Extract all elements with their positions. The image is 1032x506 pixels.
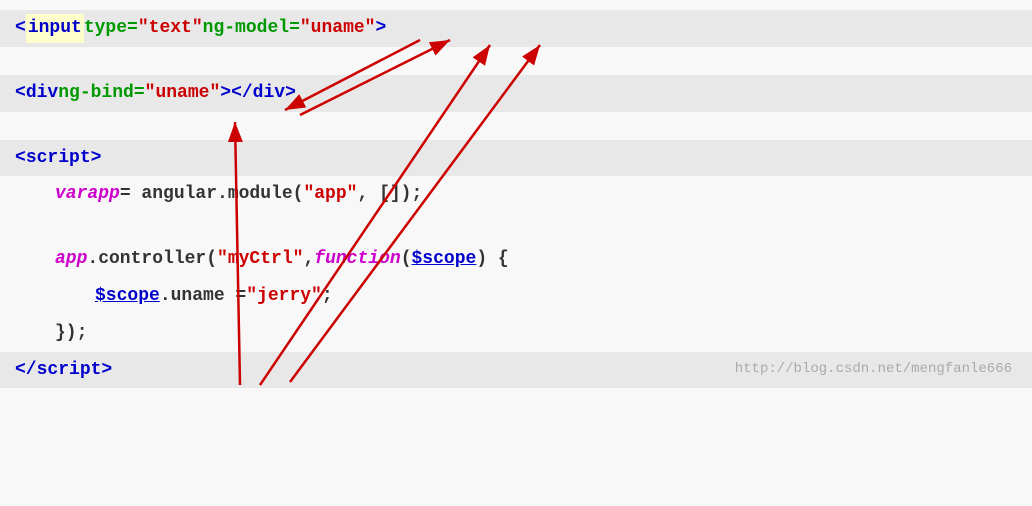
code-line-2: <div ng-bind="uname"></div>: [0, 75, 1032, 112]
attr-ngmodel: ng-model=: [203, 14, 300, 43]
brace: ) {: [476, 245, 508, 274]
tag-script: script: [26, 144, 91, 173]
code-line-1: <input type="text" ng-model="uname">: [0, 10, 1032, 47]
equals: = angular.module(: [120, 180, 304, 209]
var-app: app: [87, 180, 119, 209]
bracket5: >: [285, 79, 296, 108]
tag-input: input: [26, 14, 84, 43]
close-brace: });: [55, 319, 87, 348]
str-myctrl: "myCtrl": [217, 245, 303, 274]
bracket2: >: [376, 14, 387, 43]
watermark: http://blog.csdn.net/mengfanle666: [735, 358, 1012, 380]
bracket6: <: [15, 144, 26, 173]
dot-controller: .controller(: [87, 245, 217, 274]
str-app: "app": [303, 180, 357, 209]
bracket7: >: [91, 144, 102, 173]
code-display: <input type="text" ng-model="uname"> <di…: [0, 0, 1032, 506]
bracket8: </: [15, 356, 37, 385]
dot-uname: .uname =: [160, 282, 246, 311]
empty-1: [0, 47, 1032, 75]
code-line-7: });: [0, 315, 1032, 352]
code-line-8: </script> http://blog.csdn.net/mengfanle…: [0, 352, 1032, 389]
app-ref: app: [55, 245, 87, 274]
tag-div-close: div: [253, 79, 285, 108]
bracket: <: [15, 14, 26, 43]
param-scope2: $scope: [95, 282, 160, 311]
semicolon: ;: [322, 282, 333, 311]
param-scope1: $scope: [412, 245, 477, 274]
code-line-3: <script>: [0, 140, 1032, 177]
attr-ngbind: ng-bind=: [58, 79, 144, 108]
code-line-6: $scope.uname = "jerry";: [0, 278, 1032, 315]
code-line-5: app.controller("myCtrl", function($scope…: [0, 241, 1032, 278]
kw-var: var: [55, 180, 87, 209]
str-jerry: "jerry": [246, 282, 322, 311]
paren: (: [401, 245, 412, 274]
kw-function: function: [314, 245, 400, 274]
tag-div: div: [26, 79, 58, 108]
val-uname2: "uname": [145, 79, 221, 108]
empty-3: [0, 213, 1032, 241]
arr-end: , []);: [357, 180, 422, 209]
val-text: "text": [138, 14, 203, 43]
attr-type: type=: [84, 14, 138, 43]
comma: ,: [303, 245, 314, 274]
val-uname1: "uname": [300, 14, 376, 43]
bracket4: ></: [220, 79, 252, 108]
bracket3: <: [15, 79, 26, 108]
empty-2: [0, 112, 1032, 140]
code-line-4: var app = angular.module("app", []);: [0, 176, 1032, 213]
tag-script-close: script: [37, 356, 102, 385]
bracket9: >: [101, 356, 112, 385]
